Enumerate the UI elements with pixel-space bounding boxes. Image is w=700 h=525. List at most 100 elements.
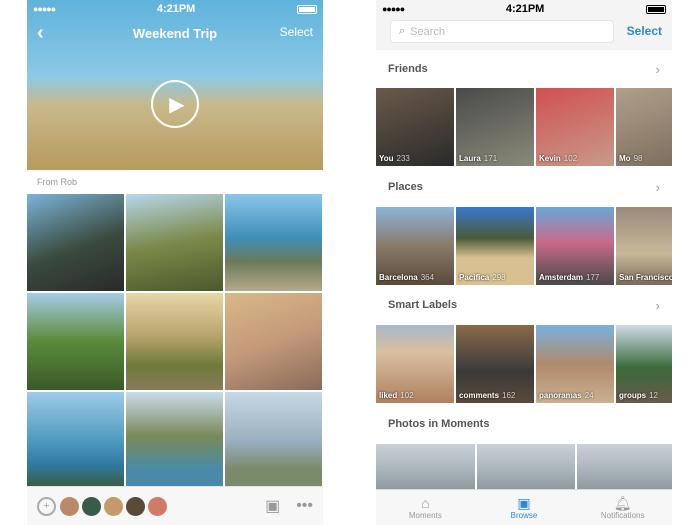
album-label: panoramas [539,391,582,400]
photo-tile[interactable] [126,392,223,489]
album-tile[interactable]: Laura 171 [456,88,534,166]
tab-moments[interactable]: ⌂ Moments [376,490,475,525]
section-title: Smart Labels [388,299,458,311]
album-count: 162 [502,391,516,400]
add-person-icon[interactable]: + [37,496,56,516]
tab-label: Browse [510,511,538,520]
album-tile[interactable]: Barcelona 364 [376,207,454,285]
album-label: Barcelona [379,273,418,282]
photo-grid [27,194,323,489]
photo-tile[interactable] [27,392,124,489]
browse-icon: ▣ [517,495,531,511]
tab-bar: ⌂ Moments ▣ Browse 🔔︎ Notifications [376,489,672,525]
tab-notifications[interactable]: 🔔︎ Notifications [573,490,672,525]
album-label: Laura [459,154,481,163]
album-tile[interactable]: You 233 [376,88,454,166]
from-label: From Rob [37,177,78,187]
tab-label: Moments [408,511,442,520]
chevron-right-icon[interactable]: › [656,62,660,77]
section-header-places[interactable]: Places › [376,173,672,201]
signal-icon: ●●●●● [33,4,56,14]
album-caption: Laura 171 [459,154,497,163]
section-header-moments: Photos in Moments [376,410,672,438]
avatar[interactable] [82,496,101,516]
select-button[interactable]: Select [627,24,662,38]
moments-detail-screen: ●●●●● 4:21PM ‹ Weekend Trip Select ▶ From R… [27,0,323,525]
home-icon: ⌂ [421,495,430,511]
album-tile[interactable]: San Francisco [616,207,672,285]
section-row: Barcelona 364 Pacifica 298 Amsterdam 177 San F… [376,207,672,285]
photo-tile[interactable] [225,293,322,390]
album-tile[interactable]: groups 12 [616,325,672,403]
album-caption: Barcelona 364 [379,273,434,282]
section-title: Friends [388,63,428,75]
photo-tile[interactable] [126,194,223,291]
avatar[interactable] [104,496,123,516]
bell-icon: 🔔︎ [613,495,632,511]
album-count: 298 [492,273,506,282]
album-caption: panoramas 24 [539,391,594,400]
chevron-right-icon[interactable]: › [656,298,660,313]
section-row: You 233 Laura 171 Kevin 102 Mo 98 [376,88,672,166]
search-icon: ⌕ [399,25,406,37]
album-tile[interactable]: panoramas 24 [536,325,614,403]
video-cover[interactable]: ●●●●● 4:21PM ‹ Weekend Trip Select ▶ [27,0,323,170]
album-caption: Pacifica 298 [459,273,506,282]
browse-screen: ●●●●● 4:21PM ⌕ Search Select Friends › You 23… [376,0,672,525]
status-bar: ●●●●● 4:21PM [27,0,323,18]
more-icon[interactable]: ••• [296,497,313,515]
album-label: comments [459,391,500,400]
moments-row [376,444,672,489]
album-caption: Amsterdam 177 [539,273,599,282]
album-caption: San Francisco [619,273,672,282]
chevron-right-icon[interactable]: › [656,180,660,195]
photo-tile[interactable] [27,194,124,291]
album-count: 12 [649,391,659,400]
moment-photo[interactable] [476,444,576,489]
battery-icon [297,4,317,14]
album-count: 102 [563,154,578,163]
moment-photo[interactable] [376,444,475,489]
album-label: Kevin [539,154,561,163]
album-tile[interactable]: Pacifica 298 [456,207,534,285]
album-label: Amsterdam [539,273,584,282]
album-label: groups [619,391,647,400]
album-tile[interactable]: Amsterdam 177 [536,207,614,285]
status-time: 4:21PM [156,3,196,15]
search-input[interactable]: ⌕ Search [390,20,614,43]
avatar[interactable] [148,496,167,516]
bottom-bar: + ▣ ••• [27,486,323,525]
photo-tile[interactable] [225,194,322,291]
album-tile[interactable]: liked 102 [376,325,454,403]
album-label: liked [379,391,398,400]
select-button[interactable]: Select [280,25,313,39]
album-count: 171 [483,154,498,163]
chevron-left-icon[interactable]: ‹ [37,22,44,44]
play-icon[interactable]: ▶ [151,80,199,128]
section-header-friends[interactable]: Friends › [376,55,672,83]
album-count: 233 [396,154,410,163]
status-time: 4:21PM [505,3,545,15]
add-photo-icon[interactable]: ▣ [265,496,280,516]
tab-browse[interactable]: ▣ Browse [475,490,574,525]
battery-icon [646,4,666,14]
photo-tile[interactable] [126,293,223,390]
top-bar: ●●●●● 4:21PM ⌕ Search Select [376,0,672,50]
album-tile[interactable]: Kevin 102 [536,88,614,166]
tab-label: Notifications [600,511,645,520]
album-count: 364 [420,273,435,282]
photo-tile[interactable] [27,293,124,390]
avatar[interactable] [126,496,145,516]
section-title: Photos in Moments [388,418,490,430]
section-row: liked 102 comments 162 panoramas 24 groups 12 [376,325,672,403]
avatar[interactable] [60,496,79,516]
album-count: 102 [400,391,414,400]
album-tile[interactable]: Mo 98 [616,88,672,166]
photo-tile[interactable] [225,392,322,489]
album-count: 24 [584,391,594,400]
section-header-smart-labels[interactable]: Smart Labels › [376,291,672,319]
moment-photo[interactable] [577,444,672,489]
album-count: 177 [586,273,600,282]
album-tile[interactable]: comments 162 [456,325,534,403]
album-label: Mo [619,154,631,163]
